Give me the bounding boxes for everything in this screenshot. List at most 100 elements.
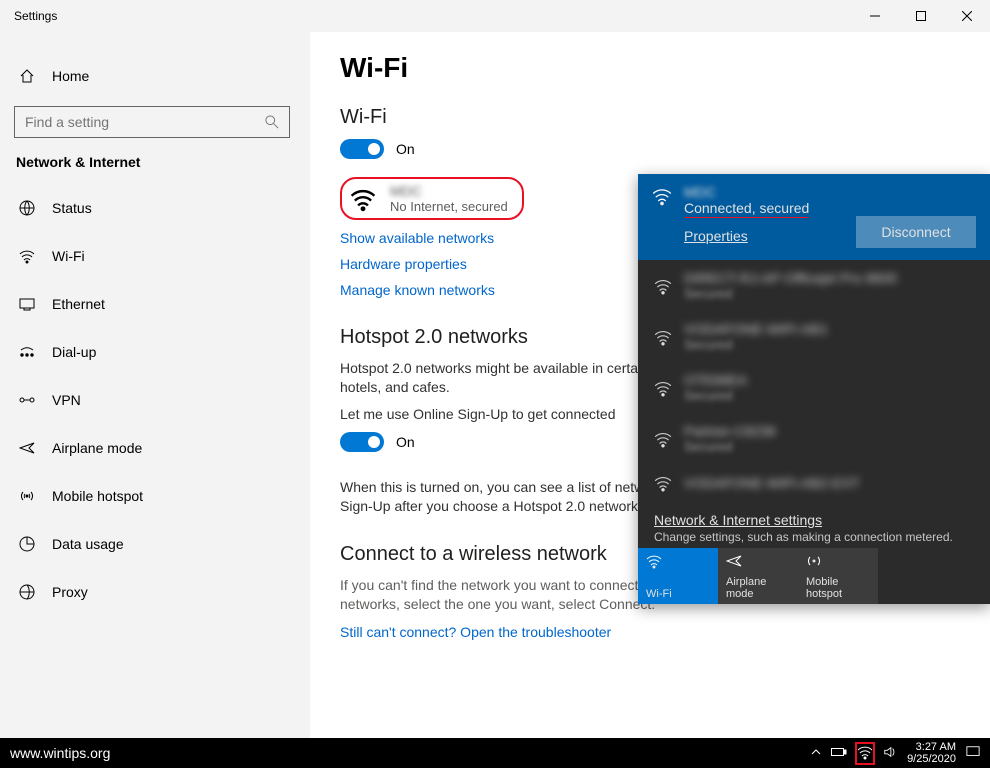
network-item[interactable]: VODAFONE-WIFI-AB2-EXT	[638, 464, 990, 502]
connected-network-panel[interactable]: MDC Connected, secured Properties Discon…	[638, 174, 990, 260]
window-controls	[852, 0, 990, 32]
network-status: Secured	[684, 439, 776, 454]
wifi-icon	[654, 379, 672, 397]
vpn-icon	[18, 392, 36, 408]
flyout-footer: Network & Internet settings Change setti…	[638, 502, 990, 548]
ssid: MDC	[390, 183, 508, 199]
quick-action-tiles: Wi-Fi Airplane mode Mobile hotspot	[638, 548, 990, 604]
network-name: VODAFONE-WIFI-AB1	[684, 321, 828, 337]
sidebar: Home Network & Internet Status Wi-Fi Eth…	[0, 32, 310, 738]
sidebar-item-hotspot[interactable]: Mobile hotspot	[14, 472, 290, 520]
network-name: OTE68EA	[684, 372, 747, 388]
link-troubleshooter[interactable]: Still can't connect? Open the troublesho…	[340, 624, 960, 640]
window-title: Settings	[14, 9, 57, 23]
tray-clock[interactable]: 3:27 AM 9/25/2020	[907, 741, 956, 765]
proxy-icon	[18, 584, 36, 600]
sidebar-item-proxy[interactable]: Proxy	[14, 568, 290, 616]
tile-hotspot[interactable]: Mobile hotspot	[798, 548, 878, 604]
network-name: DIRECT-RJ-AP-Officejet Pro 8600	[684, 270, 897, 286]
sidebar-item-label: Ethernet	[52, 296, 105, 312]
network-item[interactable]: VODAFONE-WIFI-AB1Secured	[638, 311, 990, 362]
tray-network-icon[interactable]	[857, 744, 873, 763]
home-nav[interactable]: Home	[14, 52, 290, 100]
section-header: Network & Internet	[16, 154, 290, 170]
titlebar: Settings	[0, 0, 990, 32]
sidebar-item-label: Data usage	[52, 536, 124, 552]
disconnect-button[interactable]: Disconnect	[856, 216, 976, 248]
sidebar-item-label: VPN	[52, 392, 81, 408]
signup-toggle[interactable]: On	[340, 432, 415, 452]
current-network[interactable]: MDC No Internet, secured	[340, 177, 524, 220]
datausage-icon	[18, 536, 36, 552]
wifi-icon	[654, 474, 672, 492]
sidebar-item-label: Dial-up	[52, 344, 96, 360]
sidebar-item-vpn[interactable]: VPN	[14, 376, 290, 424]
tile-label: Airplane mode	[726, 576, 790, 600]
network-item[interactable]: DIRECT-RJ-AP-Officejet Pro 8600Secured	[638, 260, 990, 311]
network-status: Secured	[684, 286, 897, 301]
taskbar: www.wintips.org 3:27 AM 9/25/2020	[0, 738, 990, 768]
watermark-url: www.wintips.org	[10, 745, 110, 761]
hotspot-icon	[18, 488, 36, 504]
network-status: Secured	[684, 337, 828, 352]
wifi-icon	[646, 552, 710, 570]
sidebar-item-dialup[interactable]: Dial-up	[14, 328, 290, 376]
sidebar-item-label: Airplane mode	[52, 440, 142, 456]
properties-link[interactable]: Properties	[684, 228, 748, 244]
tray-overflow-icon[interactable]	[811, 746, 821, 760]
dialup-icon	[18, 344, 36, 360]
wifi-icon	[654, 430, 672, 448]
tray-notifications-icon[interactable]	[966, 745, 980, 762]
page-title: Wi-Fi	[340, 52, 960, 84]
sidebar-item-wifi[interactable]: Wi-Fi	[14, 232, 290, 280]
network-name: VODAFONE-WIFI-AB2-EXT	[684, 475, 860, 491]
tile-label: Mobile hotspot	[806, 576, 870, 600]
search-icon	[265, 115, 279, 129]
wifi-icon	[18, 248, 36, 264]
minimize-button[interactable]	[852, 0, 898, 32]
wifi-icon	[350, 186, 376, 212]
tile-airplane[interactable]: Airplane mode	[718, 548, 798, 604]
tray-battery-icon[interactable]	[831, 746, 847, 760]
wifi-subheader: Wi-Fi	[340, 106, 960, 129]
search-input[interactable]	[25, 114, 265, 130]
toggle-switch[interactable]	[340, 432, 384, 452]
home-label: Home	[52, 68, 89, 84]
sidebar-item-label: Proxy	[52, 584, 88, 600]
network-settings-link[interactable]: Network & Internet settings	[654, 512, 974, 528]
network-settings-sub: Change settings, such as making a connec…	[654, 530, 974, 544]
maximize-button[interactable]	[898, 0, 944, 32]
clock-date: 9/25/2020	[907, 753, 956, 765]
sidebar-item-airplane[interactable]: Airplane mode	[14, 424, 290, 472]
network-name: Partner-C8236	[684, 423, 776, 439]
sidebar-item-ethernet[interactable]: Ethernet	[14, 280, 290, 328]
flyout-ssid: MDC	[684, 184, 974, 200]
search-box[interactable]	[14, 106, 290, 138]
home-icon	[18, 68, 36, 84]
network-item[interactable]: Partner-C8236Secured	[638, 413, 990, 464]
hotspot-icon	[806, 552, 870, 570]
system-tray: 3:27 AM 9/25/2020	[811, 741, 980, 765]
toggle-state: On	[396, 434, 415, 450]
toggle-state: On	[396, 141, 415, 157]
network-status: Secured	[684, 388, 747, 403]
wifi-icon	[654, 277, 672, 295]
clock-time: 3:27 AM	[907, 741, 956, 753]
tile-spacer	[878, 548, 990, 604]
sidebar-item-status[interactable]: Status	[14, 184, 290, 232]
tray-volume-icon[interactable]	[883, 745, 897, 762]
airplane-icon	[726, 552, 790, 570]
connection-status: No Internet, secured	[390, 199, 508, 214]
tile-label: Wi-Fi	[646, 588, 710, 600]
sidebar-item-datausage[interactable]: Data usage	[14, 520, 290, 568]
network-item[interactable]: OTE68EASecured	[638, 362, 990, 413]
toggle-switch[interactable]	[340, 139, 384, 159]
tile-wifi[interactable]: Wi-Fi	[638, 548, 718, 604]
flyout-status: Connected, secured	[684, 200, 809, 218]
network-flyout: MDC Connected, secured Properties Discon…	[638, 174, 990, 604]
status-icon	[18, 200, 36, 216]
wifi-toggle[interactable]: On	[340, 139, 415, 159]
airplane-icon	[18, 440, 36, 456]
sidebar-item-label: Mobile hotspot	[52, 488, 143, 504]
close-button[interactable]	[944, 0, 990, 32]
